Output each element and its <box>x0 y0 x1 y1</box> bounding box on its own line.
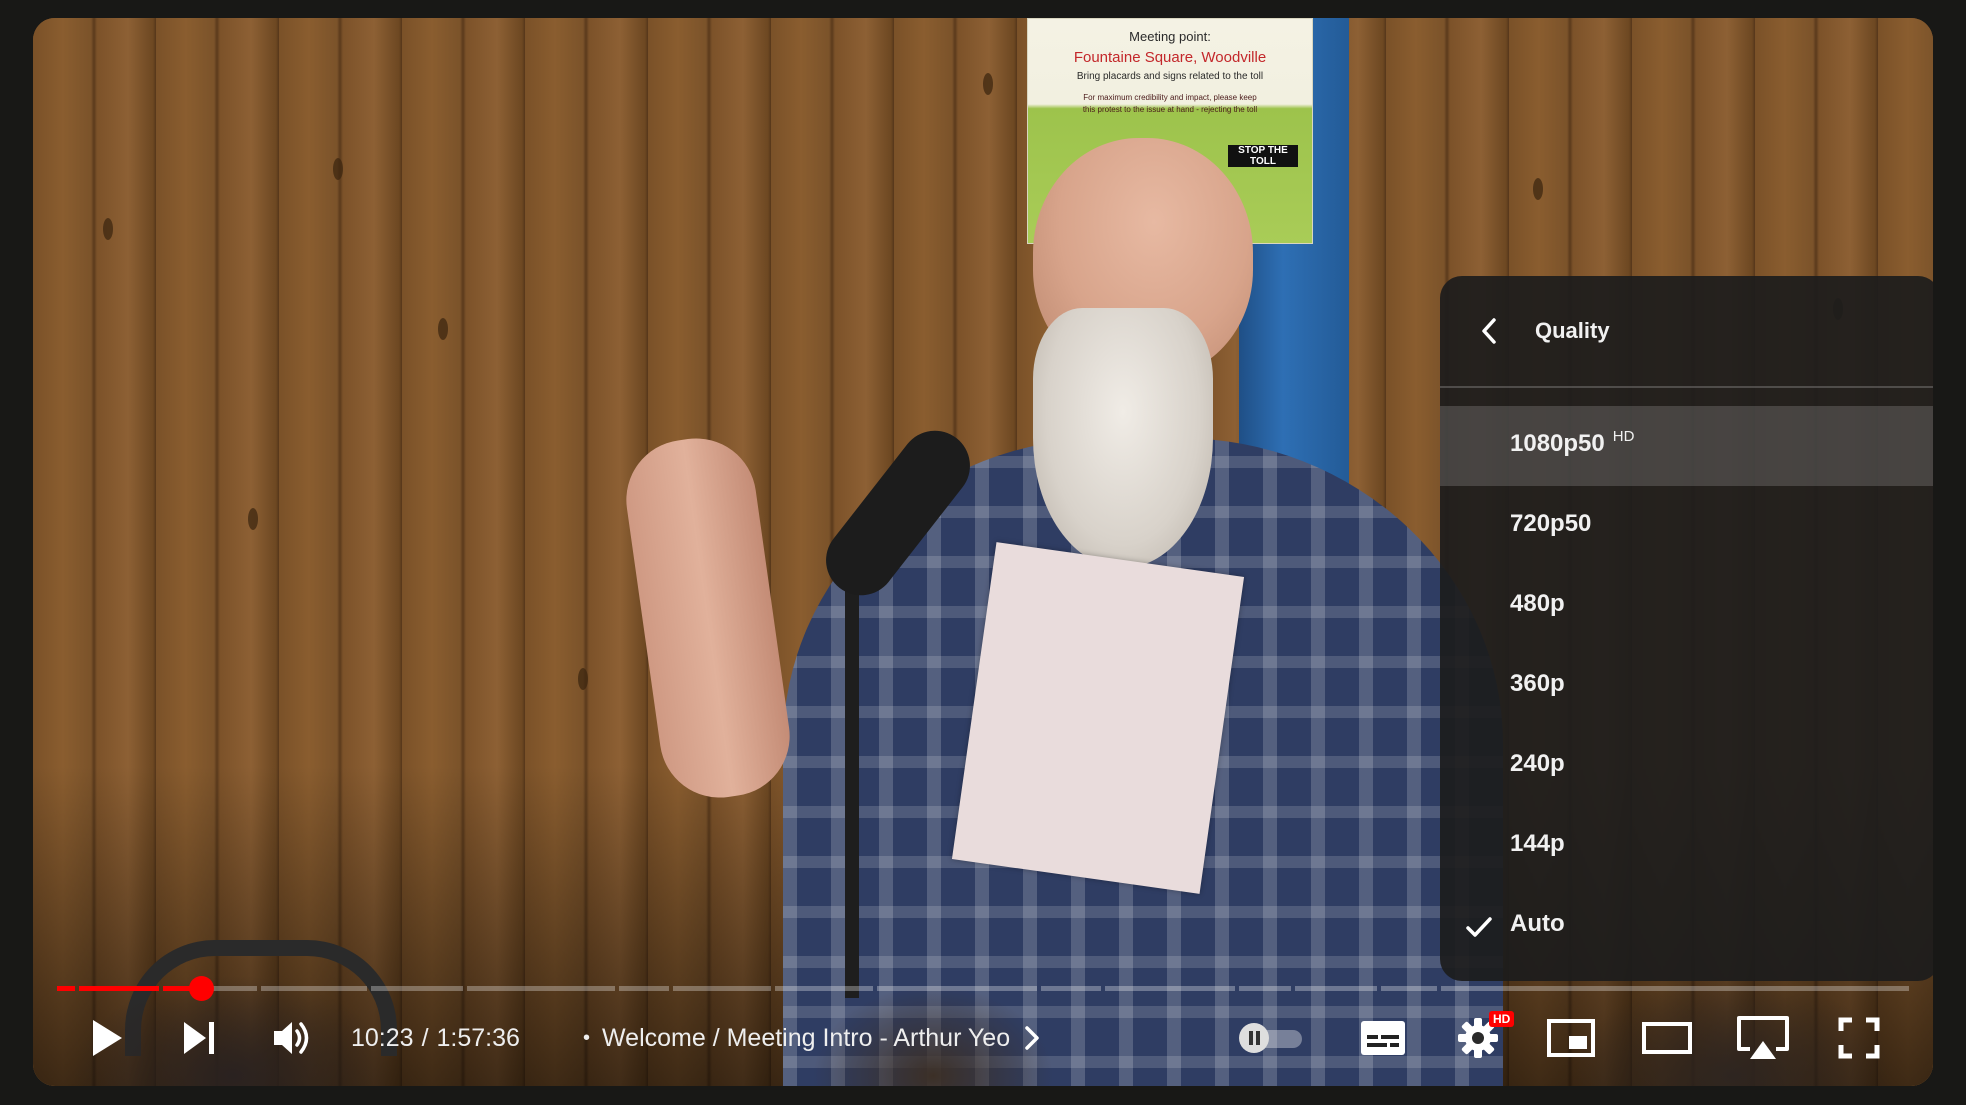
quality-option-240p[interactable]: 240p <box>1440 726 1933 806</box>
quality-options-list: 1080p50 HD 720p50 480p 360p 240p 144p Au… <box>1440 406 1933 966</box>
quality-menu-title: Quality <box>1535 318 1610 343</box>
speaker-beard <box>1033 308 1213 568</box>
quality-option-480p[interactable]: 480p <box>1440 566 1933 646</box>
skip-next-icon <box>184 1022 214 1054</box>
quality-option-label: 360p <box>1510 670 1565 697</box>
chapter-segment <box>57 986 75 991</box>
chapter-segment <box>79 986 159 991</box>
check-icon <box>1466 917 1492 937</box>
miniplayer-button[interactable] <box>1541 1008 1601 1068</box>
chevron-left-icon <box>1482 318 1496 344</box>
poster-note-1: For maximum credibility and impact, plea… <box>1083 93 1257 102</box>
hd-badge: HD <box>1489 1011 1515 1027</box>
quality-menu: Quality 1080p50 HD 720p50 480p 360p 240p… <box>1440 276 1933 981</box>
chapter-segment <box>1381 986 1437 991</box>
quality-menu-back-button[interactable]: Quality <box>1440 276 1933 388</box>
video-player-frame: Meeting point: Fountaine Square, Woodvil… <box>0 0 1966 1105</box>
quality-option-1080p50[interactable]: 1080p50 HD <box>1440 406 1933 486</box>
current-time: 10:23 <box>351 1023 414 1052</box>
poster-sign: STOP THE TOLL <box>1228 145 1298 167</box>
autoplay-toggle-icon <box>1239 1023 1302 1053</box>
quality-option-360p[interactable]: 360p <box>1440 646 1933 726</box>
poster-location: Fountaine Square, Woodville <box>1073 49 1267 66</box>
theater-mode-icon <box>1642 1022 1692 1054</box>
quality-option-720p50[interactable]: 720p50 <box>1440 486 1933 566</box>
volume-icon <box>274 1022 309 1054</box>
chapter-button[interactable]: • Welcome / Meeting Intro - Arthur Yeo <box>569 1008 1044 1068</box>
subtitles-button[interactable] <box>1353 1008 1413 1068</box>
quality-option-label: 480p <box>1510 590 1565 617</box>
speaker-paper <box>951 542 1245 894</box>
chapter-segment <box>1105 986 1235 991</box>
quality-option-label: Auto <box>1510 910 1565 937</box>
microphone-stand <box>845 578 859 998</box>
play-button[interactable] <box>77 1008 137 1068</box>
chapter-segment <box>261 986 367 991</box>
quality-option-label: 240p <box>1510 750 1565 777</box>
time-display: 10:23 / 1:57:36 <box>351 1008 520 1068</box>
autoplay-toggle[interactable] <box>1235 1008 1307 1068</box>
mute-button[interactable] <box>263 1008 323 1068</box>
chapter-segment <box>1041 986 1101 991</box>
chapter-title: Welcome / Meeting Intro - Arthur Yeo <box>602 1023 1011 1052</box>
chapter-segment <box>877 986 1037 991</box>
poster-note-2: this protest to the issue at hand - reje… <box>1082 105 1258 114</box>
quality-option-label: 720p50 <box>1510 510 1592 537</box>
fullscreen-icon <box>1838 1017 1880 1059</box>
subtitles-icon <box>1361 1021 1405 1055</box>
fullscreen-button[interactable] <box>1829 1008 1889 1068</box>
time-separator: / <box>421 1023 429 1052</box>
quality-option-text: 1080p50 <box>1510 430 1605 457</box>
theater-mode-button[interactable] <box>1637 1008 1697 1068</box>
play-icon <box>93 1020 122 1056</box>
airplay-icon <box>1737 1016 1789 1059</box>
chapter-segment <box>673 986 771 991</box>
quality-option-label: 144p <box>1510 830 1565 857</box>
next-button[interactable] <box>169 1008 229 1068</box>
scrubber-handle[interactable] <box>189 976 214 1001</box>
quality-option-auto[interactable]: Auto <box>1440 886 1933 966</box>
quality-option-label: 1080p50 HD <box>1510 428 1635 458</box>
poster-instruction: Bring placards and signs related to the … <box>1076 71 1264 82</box>
speaker-arm <box>618 430 798 806</box>
chapter-segment <box>1239 986 1291 991</box>
chapter-segment <box>371 986 463 991</box>
progress-bar[interactable] <box>57 976 1909 1001</box>
duration: 1:57:36 <box>436 1023 520 1052</box>
miniplayer-icon <box>1547 1019 1595 1057</box>
control-bar: 10:23 / 1:57:36 • Welcome / Meeting Intr… <box>33 1008 1933 1068</box>
hd-superscript: HD <box>1612 428 1635 445</box>
chapter-segment <box>1441 986 1909 991</box>
poster-meeting-point: Meeting point: <box>1129 29 1211 44</box>
chevron-right-icon <box>1025 1026 1039 1050</box>
video-player[interactable]: Meeting point: Fountaine Square, Woodvil… <box>33 18 1933 1086</box>
chapter-segment <box>619 986 669 991</box>
airplay-button[interactable] <box>1733 1008 1793 1068</box>
chapter-segment <box>775 986 873 991</box>
quality-option-144p[interactable]: 144p <box>1440 806 1933 886</box>
chapter-dot: • <box>583 1026 591 1049</box>
chapter-segment <box>467 986 615 991</box>
chapter-segment <box>1295 986 1377 991</box>
